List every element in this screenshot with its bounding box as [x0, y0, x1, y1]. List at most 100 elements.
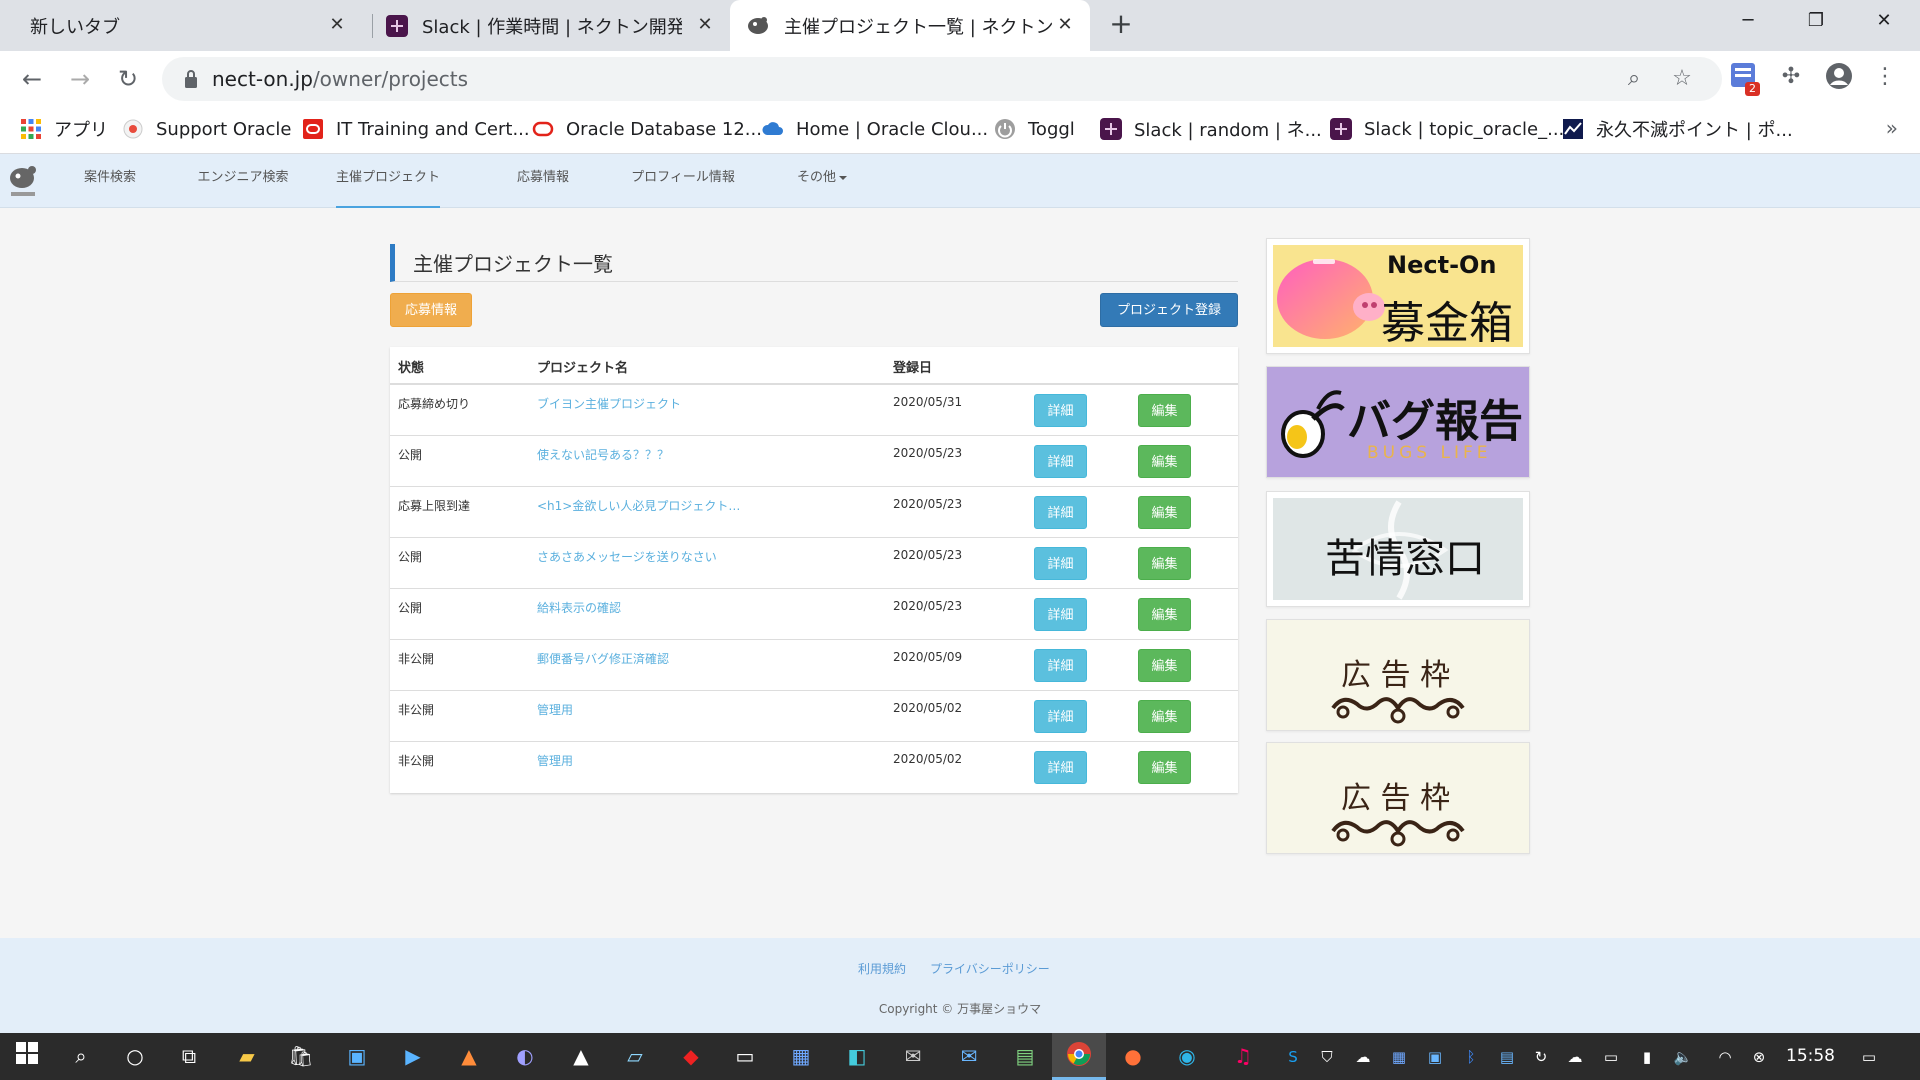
- donation-box-banner[interactable]: Nect-On 募金箱: [1266, 238, 1530, 354]
- complaint-window-banner[interactable]: 苦情窓口: [1266, 491, 1530, 607]
- edit-button[interactable]: 編集: [1138, 547, 1191, 580]
- bookmark-oracle-cloud[interactable]: Home | Oracle Clou...: [762, 114, 988, 144]
- reload-button[interactable]: ↻: [112, 63, 144, 95]
- detail-button[interactable]: 詳細: [1034, 445, 1087, 478]
- terms-link[interactable]: 利用規約: [858, 960, 906, 977]
- nav-project-search[interactable]: 案件検索: [70, 154, 150, 208]
- detail-button[interactable]: 詳細: [1034, 394, 1087, 427]
- edit-button[interactable]: 編集: [1138, 700, 1191, 733]
- zoom-icon[interactable]: ⌕: [1622, 67, 1646, 91]
- site-logo[interactable]: [8, 164, 38, 200]
- address-bar[interactable]: nect-on.jp/owner/projects ⌕ ☆: [162, 57, 1722, 101]
- bug-report-banner[interactable]: バグ報告 BUGS LIFE: [1266, 366, 1530, 478]
- privacy-policy-link[interactable]: プライバシーポリシー: [930, 960, 1050, 977]
- tab-new-tab[interactable]: 新しいタブ ✕: [0, 0, 372, 51]
- forward-button[interactable]: →: [64, 63, 96, 95]
- ad-slot-2[interactable]: 広 告 枠: [1266, 742, 1530, 854]
- bookmark-points[interactable]: 永久不滅ポイント | ポ...: [1562, 114, 1793, 144]
- project-name-link[interactable]: ブイヨン主催プロジェクト: [537, 395, 681, 412]
- project-name-link[interactable]: 管理用: [537, 701, 573, 718]
- bookmark-toggl[interactable]: Toggl: [994, 114, 1075, 144]
- project-name-link[interactable]: 給料表示の確認: [537, 599, 621, 616]
- nav-hosted-projects[interactable]: 主催プロジェクト: [336, 154, 440, 208]
- bluetooth-icon[interactable]: ᛒ: [1460, 1046, 1482, 1068]
- bookmark-it-training[interactable]: IT Training and Cert...: [302, 114, 530, 144]
- register-project-button[interactable]: プロジェクト登録: [1100, 293, 1238, 327]
- extensions-puzzle-icon[interactable]: ✣: [1776, 62, 1806, 92]
- file-explorer-icon[interactable]: ▰: [232, 1041, 262, 1071]
- app-icon[interactable]: ▲: [566, 1041, 596, 1071]
- chrome-icon[interactable]: [1064, 1041, 1094, 1071]
- project-name-link[interactable]: 使えない記号ある？？？: [537, 446, 669, 463]
- skype-icon[interactable]: S: [1282, 1046, 1304, 1068]
- translate-app-icon[interactable]: ▦: [786, 1041, 816, 1071]
- profile-avatar-icon[interactable]: [1824, 62, 1854, 92]
- terminal-icon[interactable]: ▭: [730, 1041, 760, 1071]
- detail-button[interactable]: 詳細: [1034, 598, 1087, 631]
- remote-desktop-icon[interactable]: ▣: [342, 1041, 372, 1071]
- sync-icon[interactable]: ↻: [1530, 1046, 1552, 1068]
- edit-button[interactable]: 編集: [1138, 394, 1191, 427]
- bookmarks-more-button[interactable]: »: [1886, 116, 1898, 140]
- onedrive-icon[interactable]: ☁: [1352, 1046, 1374, 1068]
- cloud-tray-icon[interactable]: ☁: [1564, 1046, 1586, 1068]
- project-name-link[interactable]: <h1>金欲しい人必見プロジェクト…: [537, 497, 740, 514]
- close-icon[interactable]: ✕: [694, 14, 716, 36]
- shield-icon[interactable]: ⛉: [1316, 1046, 1338, 1068]
- detail-button[interactable]: 詳細: [1034, 751, 1087, 784]
- no-connection-icon[interactable]: ⊗: [1748, 1046, 1770, 1068]
- wifi-icon[interactable]: ◠: [1714, 1046, 1736, 1068]
- project-name-link[interactable]: さあさあメッセージを送りなさい: [537, 548, 717, 565]
- window-close-button[interactable]: ✕: [1856, 0, 1912, 42]
- nav-other-dropdown[interactable]: その他: [790, 154, 854, 208]
- bookmark-apps[interactable]: アプリ: [20, 114, 108, 144]
- nav-engineer-search[interactable]: エンジニア検索: [190, 154, 296, 208]
- close-icon[interactable]: ✕: [1054, 14, 1076, 36]
- store-icon[interactable]: 🛍: [286, 1041, 316, 1071]
- restore-button[interactable]: ❐: [1788, 0, 1844, 42]
- firefox-icon[interactable]: ●: [1118, 1041, 1148, 1071]
- itunes-icon[interactable]: ♫: [1228, 1041, 1258, 1071]
- app-icon[interactable]: ▤: [1010, 1041, 1040, 1071]
- edge-icon[interactable]: ◉: [1172, 1041, 1202, 1071]
- notification-center-icon[interactable]: ▭: [1858, 1046, 1880, 1068]
- new-tab-button[interactable]: +: [1108, 10, 1134, 38]
- detail-button[interactable]: 詳細: [1034, 649, 1087, 682]
- translate-tray-icon[interactable]: ▦: [1388, 1046, 1410, 1068]
- volume-icon[interactable]: 🔈: [1672, 1046, 1694, 1068]
- matlab-icon[interactable]: ▲: [454, 1041, 484, 1071]
- search-icon[interactable]: ⌕: [66, 1041, 96, 1071]
- detail-button[interactable]: 詳細: [1034, 547, 1087, 580]
- translate-extension-icon[interactable]: 2: [1728, 62, 1760, 96]
- close-icon[interactable]: ✕: [326, 14, 348, 36]
- edit-button[interactable]: 編集: [1138, 649, 1191, 682]
- edit-button[interactable]: 編集: [1138, 445, 1191, 478]
- cortana-icon[interactable]: ○: [120, 1041, 150, 1071]
- app-tray-icon[interactable]: ▣: [1424, 1046, 1446, 1068]
- project-name-link[interactable]: 管理用: [537, 752, 573, 769]
- display-icon[interactable]: ▭: [1600, 1046, 1622, 1068]
- oracle-sql-icon[interactable]: ◆: [676, 1041, 706, 1071]
- tab-projects[interactable]: 主催プロジェクト一覧 | ネクトン ✕: [730, 0, 1090, 51]
- task-view-icon[interactable]: ⧉: [174, 1041, 204, 1071]
- notes-icon[interactable]: ▱: [620, 1041, 650, 1071]
- bookmark-star-icon[interactable]: ☆: [1670, 67, 1694, 91]
- battery-icon[interactable]: ▮: [1636, 1046, 1658, 1068]
- back-button[interactable]: ←: [16, 63, 48, 95]
- bookmark-slack-random[interactable]: Slack | random | ネ...: [1100, 114, 1322, 144]
- powershell-icon[interactable]: ▶: [398, 1041, 428, 1071]
- app-tray-icon[interactable]: ▤: [1496, 1046, 1518, 1068]
- nav-application-info[interactable]: 応募情報: [500, 154, 586, 208]
- mail-icon[interactable]: ✉: [954, 1041, 984, 1071]
- nav-profile-info[interactable]: プロフィール情報: [626, 154, 740, 208]
- edit-button[interactable]: 編集: [1138, 598, 1191, 631]
- bookmark-support-oracle[interactable]: Support Oracle: [122, 114, 291, 144]
- detail-button[interactable]: 詳細: [1034, 700, 1087, 733]
- application-info-button[interactable]: 応募情報: [390, 293, 472, 327]
- windows-start-icon[interactable]: [12, 1041, 42, 1071]
- app-icon[interactable]: ◧: [842, 1041, 872, 1071]
- menu-kebab-icon[interactable]: ⋮: [1870, 62, 1900, 92]
- mail-client-icon[interactable]: ✉: [898, 1041, 928, 1071]
- eclipse-icon[interactable]: ◐: [510, 1041, 540, 1071]
- detail-button[interactable]: 詳細: [1034, 496, 1087, 529]
